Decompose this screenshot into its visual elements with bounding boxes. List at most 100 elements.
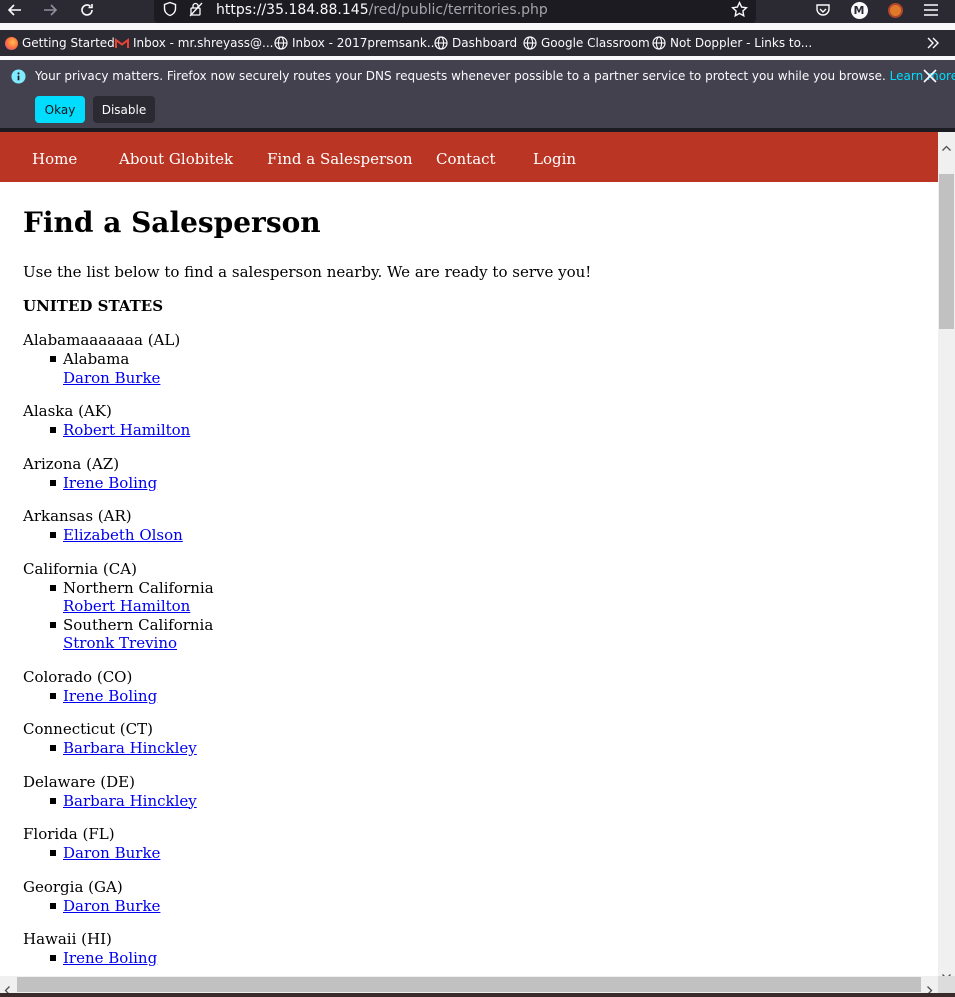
salesperson-link[interactable]: Barbara Hinckley [63, 739, 197, 757]
salesperson-row: Barbara Hinckley [63, 739, 903, 758]
back-arrow-icon[interactable] [3, 0, 27, 20]
salesperson-link[interactable]: Barbara Hinckley [63, 792, 197, 810]
square-bullet-icon [50, 850, 56, 856]
state-name: Florida (FL) [23, 825, 115, 843]
square-bullet-icon [50, 532, 56, 538]
vertical-scroll-thumb[interactable] [939, 174, 954, 329]
salesperson-link[interactable]: Stronk Trevino [63, 634, 177, 652]
nav-home[interactable]: Home [32, 150, 77, 168]
salesperson-link[interactable]: Daron Burke [63, 844, 160, 862]
salesperson-link[interactable]: Elizabeth Olson [63, 526, 183, 544]
territory-item: Barbara Hinckley [23, 792, 903, 811]
address-bar[interactable]: https://35.184.88.145/red/public/territo… [154, 0, 756, 23]
insecure-lock-icon[interactable] [188, 1, 204, 21]
dns-notification-bar: Your privacy matters. Firefox now secure… [0, 60, 955, 128]
salesperson-link[interactable]: Irene Boling [63, 474, 157, 492]
salesperson-row: Irene Boling [63, 949, 903, 968]
territory-item: Robert Hamilton [23, 421, 903, 440]
bookmark-not-doppler[interactable]: Not Doppler - Links to... [652, 34, 812, 52]
forward-arrow-icon[interactable] [38, 0, 62, 20]
bookmarks-overflow-chevron-icon[interactable] [926, 34, 940, 52]
salesperson-row: Robert Hamilton [63, 597, 903, 616]
bookmark-google-classroom[interactable]: Google Classroom [523, 34, 650, 52]
territory-item: Southern California Stronk Trevino [23, 616, 903, 653]
bookmark-star-icon[interactable] [731, 0, 748, 22]
bookmark-label: Inbox - mr.shreyass@... [133, 36, 274, 50]
okay-button[interactable]: Okay [35, 96, 85, 123]
vertical-scrollbar[interactable] [938, 132, 955, 980]
square-bullet-icon [50, 427, 56, 433]
salesperson-row: Barbara Hinckley [63, 792, 903, 811]
scroll-up-arrow-icon[interactable] [942, 136, 951, 155]
horizontal-scrollbar[interactable] [0, 976, 938, 995]
page-title: Find a Salesperson [23, 206, 321, 239]
bookmarks-toolbar: Getting Started Inbox - mr.shreyass@... … [0, 30, 955, 56]
globe-icon [652, 36, 666, 50]
territory-region: Alabama [63, 350, 130, 368]
scrollbar-corner [938, 976, 955, 993]
square-bullet-icon [50, 745, 56, 751]
square-bullet-icon [50, 621, 56, 628]
bookmark-label: Not Doppler - Links to... [670, 36, 813, 50]
state-entry: Georgia (GA) Daron Burke [23, 878, 903, 916]
salesperson-link[interactable]: Irene Boling [63, 949, 157, 967]
tracking-shield-icon[interactable] [162, 1, 178, 21]
disable-button[interactable]: Disable [93, 96, 155, 123]
url-host: https://35.184.88.145 [216, 2, 369, 18]
horizontal-scroll-thumb[interactable] [17, 977, 921, 992]
salesperson-link[interactable]: Daron Burke [63, 897, 160, 915]
state-name: Alabamaaaaaaa (AL) [23, 331, 181, 349]
state-entry: Delaware (DE) Barbara Hinckley [23, 773, 903, 811]
extension-icon[interactable] [883, 0, 907, 20]
square-bullet-icon [50, 584, 56, 591]
window-bottom-edge [0, 993, 955, 997]
country-heading: UNITED STATES [23, 297, 164, 315]
salesperson-row: Robert Hamilton [63, 421, 903, 440]
reload-icon[interactable] [75, 0, 99, 20]
close-icon[interactable] [923, 68, 937, 87]
bookmark-dashboard[interactable]: Dashboard [434, 34, 517, 52]
square-bullet-icon [50, 479, 56, 486]
site-navigation: Home About Globitek Find a Salesperson C… [0, 132, 938, 182]
globe-icon [274, 36, 288, 50]
account-avatar-icon[interactable]: M [847, 0, 871, 20]
salesperson-row: Daron Burke [63, 897, 903, 916]
nav-contact[interactable]: Contact [436, 150, 496, 168]
notification-message: Your privacy matters. Firefox now secure… [35, 69, 955, 83]
territory-list: Alabamaaaaaaa (AL) Alabama Daron Burke Alas… [23, 331, 903, 976]
gmail-icon [115, 36, 129, 50]
state-name: Arkansas (AR) [23, 507, 132, 525]
state-name: California (CA) [23, 559, 137, 578]
bookmark-inbox-2017[interactable]: Inbox - 2017premsank... [274, 34, 438, 52]
nav-about[interactable]: About Globitek [119, 150, 233, 168]
salesperson-link[interactable]: Robert Hamilton [63, 597, 190, 615]
territory-item: Daron Burke [23, 897, 903, 916]
state-name: Hawaii (HI) [23, 930, 112, 948]
state-name: Connecticut (CT) [23, 720, 153, 738]
square-bullet-icon [50, 902, 56, 909]
bookmark-gmail-inbox[interactable]: Inbox - mr.shreyass@... [115, 34, 273, 52]
territory-item: Barbara Hinckley [23, 739, 903, 758]
salesperson-link[interactable]: Robert Hamilton [63, 421, 190, 439]
salesperson-link[interactable]: Daron Burke [63, 369, 160, 387]
territory-region: Southern California [63, 615, 214, 634]
menu-hamburger-icon[interactable] [919, 0, 943, 20]
browser-toolbar: https://35.184.88.145/red/public/territo… [0, 0, 955, 23]
bookmark-label: Dashboard [452, 36, 518, 50]
territory-region: Northern California [63, 578, 214, 597]
territory-item: Elizabeth Olson [23, 526, 903, 545]
url-text[interactable]: https://35.184.88.145/red/public/territo… [216, 1, 548, 19]
nav-login[interactable]: Login [533, 150, 576, 168]
salesperson-row: Daron Burke [63, 369, 903, 388]
territory-item: Irene Boling [23, 949, 903, 968]
bookmark-getting-started[interactable]: Getting Started [4, 34, 115, 52]
page-viewport: Home About Globitek Find a Salesperson C… [0, 132, 938, 976]
pocket-icon[interactable] [811, 0, 835, 20]
nav-find-salesperson[interactable]: Find a Salesperson [267, 150, 413, 168]
state-entry: Alabamaaaaaaa (AL) Alabama Daron Burke [23, 331, 903, 387]
info-icon [11, 69, 26, 88]
state-entry: Alaska (AK) Robert Hamilton [23, 402, 903, 440]
bookmark-label: Google Classroom [541, 36, 650, 50]
state-entry: Hawaii (HI) Irene Boling [23, 930, 903, 968]
salesperson-link[interactable]: Irene Boling [63, 687, 157, 705]
